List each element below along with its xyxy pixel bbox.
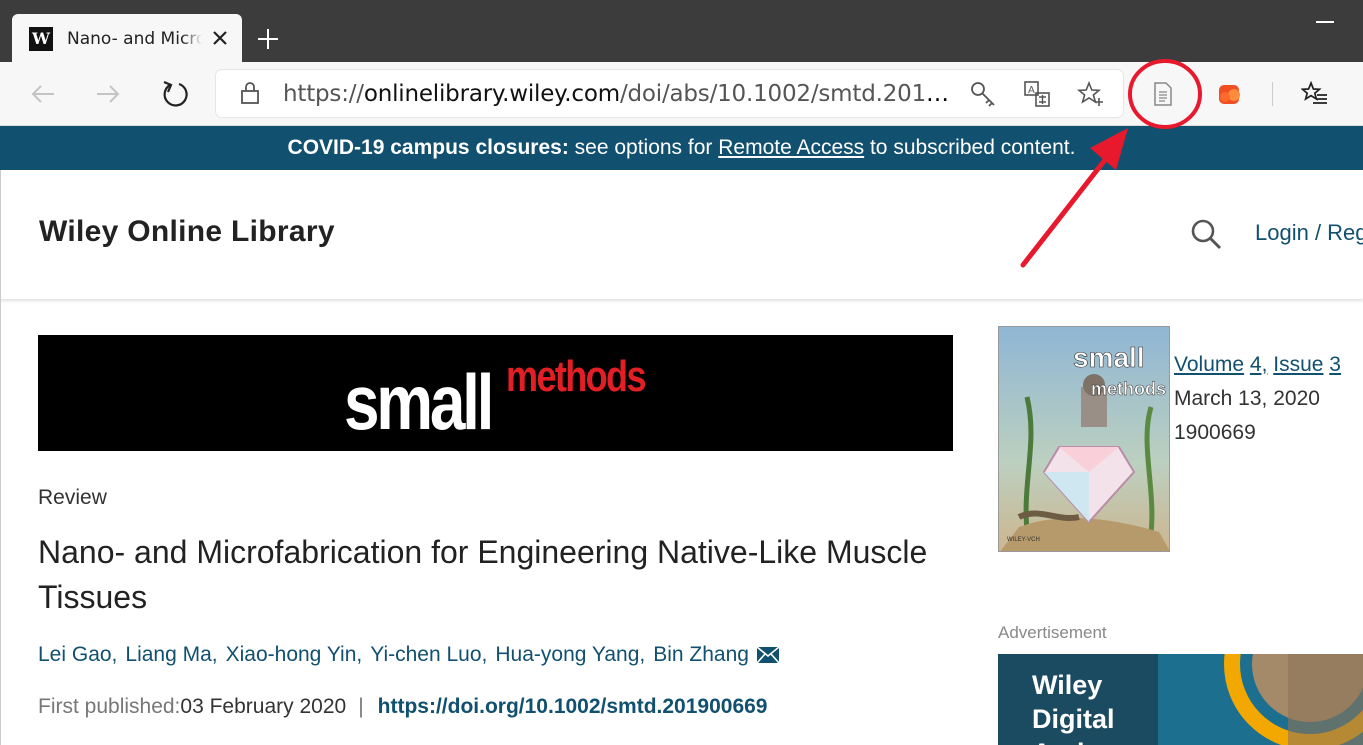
ad-line-2: Digital: [1032, 704, 1115, 734]
author-list: Lei Gao, Liang Ma, Xiao-hong Yin, Yi-chen L…: [38, 643, 779, 667]
url-path: /doi/abs/10.1002/smtd.201900...: [619, 81, 963, 107]
volume-label-link[interactable]: Volume: [1174, 353, 1244, 376]
article-title: Nano- and Microfabrication for Engineeri…: [38, 534, 928, 615]
refresh-icon: [163, 80, 188, 107]
browser-tab[interactable]: W Nano- and Microfabrication for Enginee…: [12, 14, 242, 62]
key-icon[interactable]: [968, 79, 998, 109]
issue-info: Volume 4, Issue 3 March 13, 2020 1900669: [1174, 348, 1341, 450]
cover-illustration: small methods WILEY-VCH: [999, 327, 1169, 551]
journal-banner[interactable]: small methods: [38, 335, 953, 451]
advertisement-label: Advertisement: [998, 623, 1107, 642]
author-link[interactable]: Hua-yong Yang,: [495, 643, 645, 666]
login-register-link[interactable]: Login / Register: [1255, 220, 1363, 246]
minimize-icon[interactable]: [1316, 21, 1334, 23]
author-link[interactable]: Bin Zhang: [653, 643, 749, 666]
author-link[interactable]: Xiao-hong Yin,: [226, 643, 363, 666]
author-link[interactable]: Yi-chen Luo,: [370, 643, 487, 666]
ad-line-3: Arch: [1032, 736, 1115, 745]
publication-info: First published:03 February 2020 | https:/…: [38, 695, 768, 719]
refresh-button[interactable]: [156, 75, 194, 113]
search-icon[interactable]: [1189, 217, 1223, 251]
cover-title-small: small: [1073, 342, 1145, 373]
back-arrow-icon: [31, 85, 54, 103]
close-icon[interactable]: [208, 26, 232, 50]
tab-title: Nano- and Microfabrication for Engineeri…: [67, 29, 202, 49]
issue-label-link[interactable]: Issue: [1273, 353, 1323, 376]
ad-text: Wiley Digital Arch: [1032, 668, 1115, 745]
site-header: Wiley Online Library Login / Register: [0, 170, 1363, 299]
first-published-label: First published:: [38, 695, 181, 718]
ad-line-1: Wiley: [1032, 670, 1103, 700]
translate-icon[interactable]: A: [1022, 79, 1052, 109]
journal-name-small: small: [344, 358, 494, 446]
issue-date: March 13, 2020: [1174, 387, 1320, 410]
banner-text-end: to subscribed content.: [864, 136, 1076, 159]
reading-view-button[interactable]: [1146, 77, 1180, 111]
favorites-list-icon: [1301, 80, 1327, 104]
doi-link[interactable]: https://doi.org/10.1002/smtd.201900669: [378, 695, 768, 718]
cover-title-methods: methods: [1091, 379, 1166, 399]
journal-cover-image[interactable]: small methods WILEY-VCH: [998, 326, 1170, 552]
browser-tab-strip: W Nano- and Microfabrication for Enginee…: [0, 0, 1363, 62]
wiley-favicon-icon: W: [29, 27, 53, 51]
forward-button[interactable]: [89, 75, 127, 113]
svg-text:A: A: [1028, 85, 1035, 96]
article-type: Review: [38, 486, 107, 509]
banner-bold-text: COVID-19 campus closures:: [287, 136, 569, 159]
separator: |: [358, 695, 364, 718]
url-host: onlinelibrary.wiley.com: [363, 81, 620, 107]
browser-toolbar: https://onlinelibrary.wiley.com/doi/abs/…: [0, 62, 1363, 126]
article-number: 1900669: [1174, 421, 1256, 444]
toolbar-divider: [1272, 82, 1273, 106]
covid-banner: COVID-19 campus closures: see options fo…: [0, 126, 1363, 170]
address-bar[interactable]: https://onlinelibrary.wiley.com/doi/abs/…: [216, 70, 1123, 117]
url-text[interactable]: https://onlinelibrary.wiley.com/doi/abs/…: [283, 79, 963, 109]
author-link[interactable]: Liang Ma,: [125, 643, 217, 666]
author-link[interactable]: Lei Gao,: [38, 643, 117, 666]
favorite-star-icon[interactable]: [1076, 79, 1106, 109]
journal-name-methods: methods: [506, 352, 647, 401]
extension-icon: [1219, 85, 1240, 104]
new-tab-icon[interactable]: [255, 26, 281, 52]
reading-view-icon: [1154, 82, 1172, 106]
first-published-date: 03 February 2020: [180, 695, 347, 718]
wiley-online-library-logo[interactable]: Wiley Online Library: [39, 215, 335, 249]
advertisement-banner[interactable]: Wiley Digital Arch: [998, 654, 1363, 745]
extension-button[interactable]: [1212, 77, 1246, 111]
back-button[interactable]: [24, 75, 62, 113]
lock-icon: [241, 82, 259, 104]
cover-publisher: WILEY-VCH: [1007, 537, 1040, 543]
remote-access-link[interactable]: Remote Access: [718, 136, 864, 159]
issue-number-link[interactable]: 3: [1329, 353, 1341, 376]
volume-link[interactable]: 4,: [1250, 353, 1268, 376]
url-scheme: https://: [283, 81, 364, 107]
forward-arrow-icon: [97, 85, 120, 103]
mail-icon[interactable]: [756, 647, 779, 663]
banner-text: see options for: [568, 136, 719, 159]
page-left-border: [0, 299, 1, 745]
favorites-button[interactable]: [1298, 77, 1332, 111]
